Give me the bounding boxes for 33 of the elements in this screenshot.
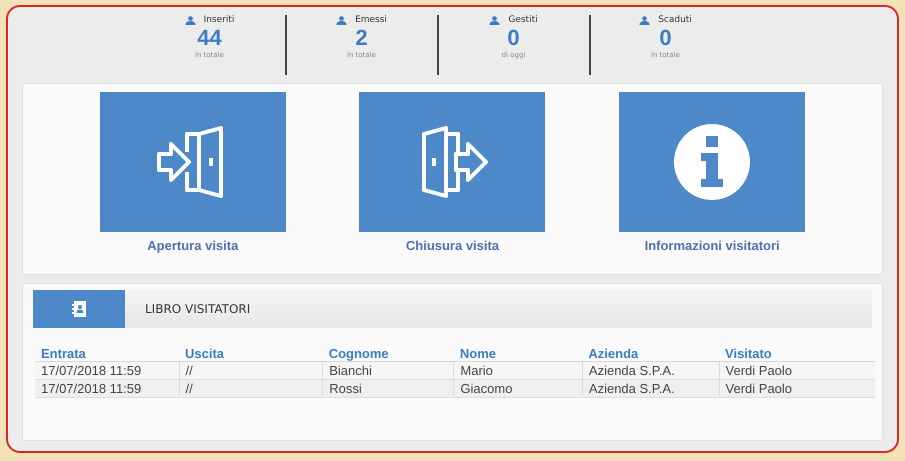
stat-label: Emessi [355,15,387,25]
action-label[interactable]: Informazioni visitatori [644,238,780,253]
action-tile[interactable] [359,92,546,232]
action-tile[interactable] [619,92,806,232]
table-cell: Verdi Paolo [719,380,875,398]
address-book-icon [72,301,86,317]
table-cell: 17/07/2018 11:59 [35,362,180,380]
stat-value: 2 [355,25,368,51]
action-label[interactable]: Apertura visita [147,238,238,253]
table-cell: Bianchi [322,362,454,380]
stat-value: 44 [197,25,222,51]
table-cell: Rossi [322,380,454,398]
action-label[interactable]: Chiusura visita [406,238,500,253]
table-cell: // [179,380,323,398]
table-cell: Azienda S.P.A. [582,380,720,398]
visitor-book-title: LIBRO VISITATORI [145,302,250,316]
action-tile[interactable] [100,92,286,232]
table-cell: // [179,362,323,380]
person-icon [489,16,500,24]
stat-value: 0 [659,25,672,51]
table-cell: Verdi Paolo [719,362,875,380]
stat-value: 0 [507,25,520,51]
stat-label: Scaduti [658,15,692,25]
info-icon [673,123,752,201]
table-cell: Giacomo [454,380,582,398]
person-icon [336,16,348,24]
stat-label: Gestiti [508,15,538,25]
table-cell: Azienda S.P.A. [582,362,720,380]
table-cell: 17/07/2018 11:59 [35,380,180,398]
person-icon [639,16,650,24]
table-cell: Mario [454,362,582,380]
stat-label: Inseriti [204,15,234,25]
person-icon [184,16,196,24]
